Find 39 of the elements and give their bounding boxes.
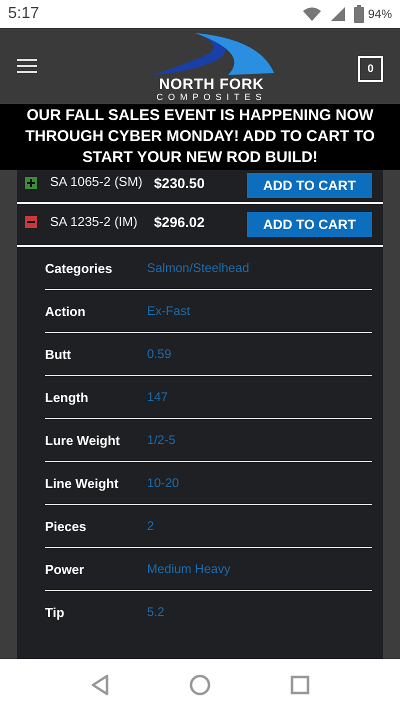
recents-icon[interactable]	[290, 675, 310, 695]
brand-name: NORTH FORK	[159, 76, 264, 92]
back-icon[interactable]	[90, 674, 110, 696]
expand-icon[interactable]	[25, 177, 37, 189]
spec-value[interactable]: Ex-Fast	[147, 304, 190, 318]
battery-percent: 94%	[368, 7, 392, 21]
collapse-icon[interactable]	[25, 216, 37, 228]
spec-label: Length	[45, 390, 90, 404]
spec-label: Categories	[45, 260, 114, 276]
wifi-icon	[302, 6, 322, 22]
spec-value[interactable]: 147	[147, 390, 168, 404]
spec-label: Lure Weight	[45, 432, 121, 448]
spec-label: Action	[45, 304, 86, 318]
product-name: SA 1065-2 (SM)	[50, 173, 144, 190]
cart-button[interactable]: 0	[358, 56, 383, 82]
home-icon[interactable]	[188, 674, 211, 696]
sale-banner: OUR FALL SALES EVENT IS HAPPENING NOW THROUGH CYBER MONDAY! ADD TO CART TO START YOUR NEW ROD BUILD!	[0, 104, 400, 170]
spec-label: Pieces	[45, 518, 88, 534]
battery-icon	[354, 5, 364, 23]
spec-value[interactable]: 0.59	[147, 347, 172, 361]
spec-value[interactable]: 5.2	[147, 605, 164, 619]
spec-label: Line Weight	[45, 476, 120, 490]
product-price: $230.50	[154, 174, 206, 193]
brand-subtitle: COMPOSITES	[156, 92, 266, 102]
status-time: 5:17	[8, 5, 40, 23]
spec-value[interactable]: Salmon/Steelhead	[147, 261, 250, 275]
menu-icon[interactable]	[17, 58, 37, 74]
spec-label: Tip	[45, 604, 66, 620]
spec-label: Butt	[45, 346, 72, 362]
spec-value[interactable]: 1/2-5	[147, 433, 176, 447]
spec-value[interactable]: 10-20	[147, 476, 179, 490]
signal-icon	[330, 6, 346, 22]
add-to-cart-button[interactable]: ADD TO CART	[247, 212, 372, 237]
spec-label: Power	[45, 562, 86, 576]
spec-value[interactable]: Medium Heavy	[147, 562, 230, 576]
add-to-cart-button[interactable]: ADD TO CART	[247, 173, 372, 198]
spec-value[interactable]: 2	[147, 519, 154, 533]
product-name: SA 1235-2 (IM)	[50, 213, 138, 231]
product-price: $296.02	[154, 213, 206, 232]
